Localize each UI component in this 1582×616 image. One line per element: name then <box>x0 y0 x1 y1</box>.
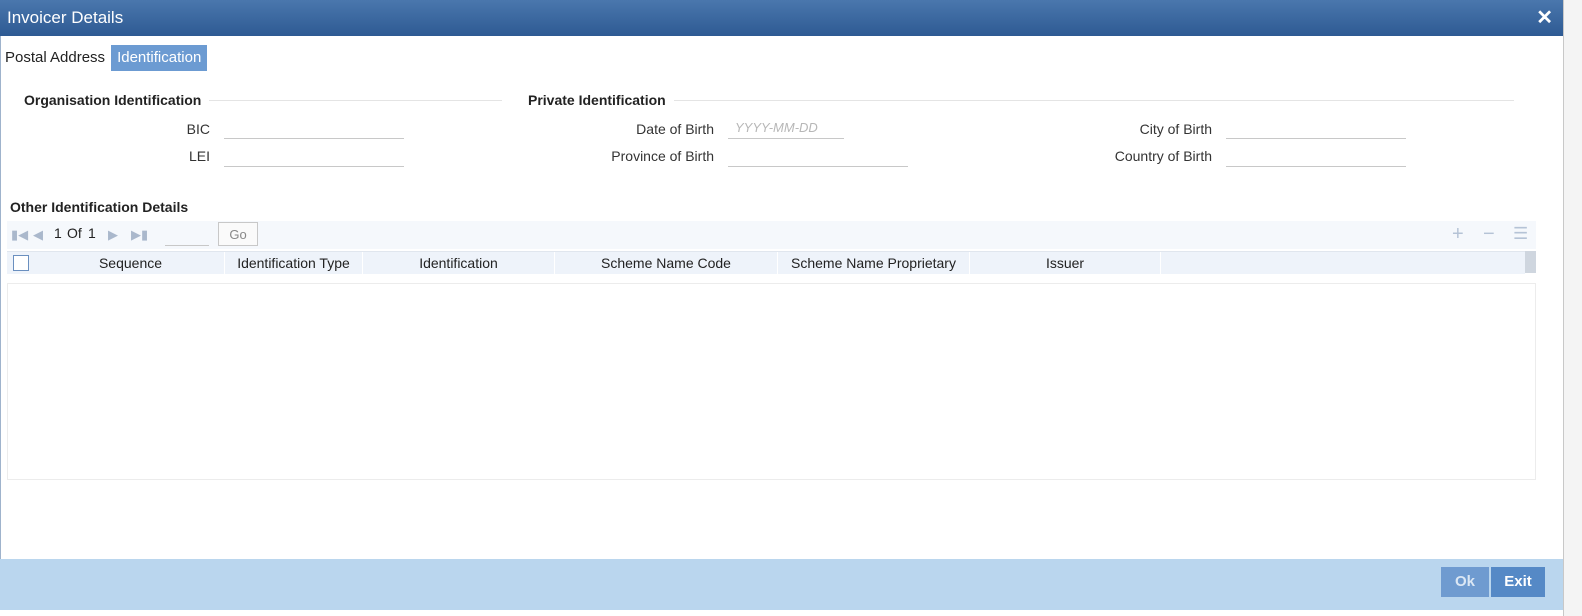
date-of-birth-input[interactable] <box>728 117 844 139</box>
last-page-icon[interactable]: ▶▮ <box>131 227 148 243</box>
province-of-birth-label: Province of Birth <box>611 148 714 164</box>
province-of-birth-input[interactable] <box>728 145 908 167</box>
tab-bar: Postal Address Identification <box>4 45 208 71</box>
tab-identification[interactable]: Identification <box>111 45 208 71</box>
exit-button[interactable]: Exit <box>1491 567 1545 597</box>
city-of-birth-label: City of Birth <box>1139 121 1212 137</box>
grid-header: Sequence Identification Type Identificat… <box>7 251 1525 274</box>
country-of-birth-label: Country of Birth <box>1114 148 1212 164</box>
column-header-scheme-name-proprietary[interactable]: Scheme Name Proprietary <box>778 252 970 274</box>
column-header-identification[interactable]: Identification <box>363 252 555 274</box>
organisation-identification-title: Organisation Identification <box>24 92 210 108</box>
country-of-birth-input[interactable] <box>1226 145 1406 167</box>
lei-label: LEI <box>188 148 210 164</box>
page-number-input[interactable] <box>165 224 209 246</box>
of-label: Of <box>67 225 82 241</box>
add-row-icon[interactable]: + <box>1452 223 1464 246</box>
title-bar: Invoicer Details ✕ <box>0 0 1563 36</box>
city-of-birth-input[interactable] <box>1226 117 1406 139</box>
go-button[interactable]: Go <box>218 222 258 246</box>
tab-postal-address[interactable]: Postal Address <box>4 45 111 71</box>
delete-row-icon[interactable]: − <box>1483 223 1495 246</box>
bic-input[interactable] <box>224 117 404 139</box>
window-title: Invoicer Details <box>7 8 124 27</box>
grid-body <box>7 283 1536 480</box>
current-page: 1 <box>54 225 62 241</box>
private-identification-title: Private Identification <box>528 92 674 108</box>
prev-page-icon[interactable]: ◀ <box>33 227 43 243</box>
single-view-icon[interactable]: ☰ <box>1513 224 1528 244</box>
grid-scrollbar[interactable] <box>1525 251 1536 273</box>
column-header-scheme-name-code[interactable]: Scheme Name Code <box>555 252 778 274</box>
column-header-issuer[interactable]: Issuer <box>970 252 1161 274</box>
date-of-birth-label: Date of Birth <box>636 121 714 137</box>
close-icon[interactable]: ✕ <box>1536 0 1553 36</box>
window-edge <box>1563 0 1582 616</box>
section-divider <box>528 100 1514 101</box>
column-header-sequence[interactable]: Sequence <box>37 252 225 274</box>
grid-pager: ▮◀ ◀ 1 Of 1 ▶ ▶▮ Go + − ☰ <box>7 221 1536 249</box>
footer-bar: Ok Exit <box>0 559 1563 610</box>
ok-button[interactable]: Ok <box>1441 567 1489 597</box>
select-all-checkbox[interactable] <box>13 255 29 271</box>
first-page-icon[interactable]: ▮◀ <box>11 227 28 243</box>
lei-input[interactable] <box>224 145 404 167</box>
next-page-icon[interactable]: ▶ <box>108 227 118 243</box>
other-identification-title: Other Identification Details <box>10 199 197 215</box>
total-pages: 1 <box>88 225 96 241</box>
column-header-identification-type[interactable]: Identification Type <box>225 252 363 274</box>
bic-label: BIC <box>186 121 210 137</box>
